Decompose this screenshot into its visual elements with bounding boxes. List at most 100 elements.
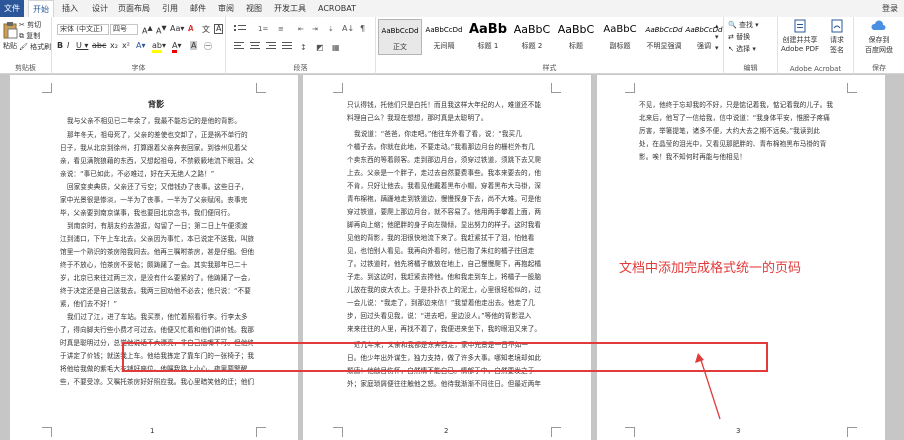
clear-format-icon[interactable]: A̷: [188, 24, 193, 33]
select-button[interactable]: ↖ 选择 ▾: [728, 44, 756, 54]
style-heading-2[interactable]: AaBbC 标题 2: [510, 19, 554, 55]
style-normal[interactable]: AaBbCcDd 正文: [378, 19, 422, 55]
tab-design[interactable]: 设计: [88, 0, 112, 17]
enclose-char-icon[interactable]: ㊀: [204, 41, 212, 52]
style-title[interactable]: AaBbC 标题: [554, 19, 598, 55]
scissors-icon: ✂: [19, 21, 25, 29]
text-line: 处，在晶莹的泪光中，又看见那肥胖的、青布棉袍黑布马褂的背: [639, 140, 827, 148]
style-subtle-emphasis[interactable]: AaBbCcDd 不明显强调: [642, 19, 686, 55]
replace-button[interactable]: ⇄ 替换: [728, 32, 750, 42]
tab-home[interactable]: 开始: [28, 0, 54, 17]
char-shading-icon[interactable]: A: [190, 41, 198, 50]
text-line: 穿过铁道，要爬上那边月台，就不容易了。他用两手攀着上面，两: [347, 208, 542, 216]
tab-references[interactable]: 引用: [158, 0, 182, 17]
save-label-2: 百度网盘: [865, 46, 893, 54]
pinyin-icon[interactable]: 文: [202, 24, 210, 35]
find-button[interactable]: 🔍 查找 ▾: [728, 20, 759, 30]
paragraph-group-label: 段落: [293, 64, 308, 72]
save-group: 保存到 百度网盘 保存: [854, 17, 904, 74]
margin-corner: [551, 427, 561, 437]
text-line: 那年冬天，祖母死了，父亲的差使也交卸了，正是祸不单行的: [67, 131, 248, 139]
tab-file[interactable]: 文件: [0, 0, 24, 17]
margin-corner: [256, 83, 266, 93]
text-line: 见，也怕别人看见。我再向外看时，他已抱了朱红的橘子往回走: [347, 247, 535, 255]
replace-label: 替换: [736, 33, 751, 41]
subscript-button[interactable]: x₂: [110, 41, 118, 50]
tab-insert[interactable]: 插入: [58, 0, 82, 17]
page-1[interactable]: 背影 我与父亲不相见已二年余了，我最不能忘记的是他的背影。 那年冬天，祖母死了，…: [10, 75, 298, 440]
margin-corner: [625, 427, 635, 437]
text-line: 厉害，举箸提笔，诸多不便，大约大去之期不远矣。”我读到此: [639, 127, 820, 135]
text-line: 儿放在我的皮大衣上。于是扑扑衣上的泥土，心里很轻松似的，过: [347, 286, 542, 294]
tab-page-layout[interactable]: 页面布局: [114, 0, 154, 17]
style-name: 标题 1: [477, 42, 499, 50]
request-label: 请求: [830, 36, 844, 44]
replace-icon: ⇄: [728, 33, 734, 41]
tab-review[interactable]: 审阅: [214, 0, 238, 17]
style-subtitle[interactable]: AaBbC 副标题: [598, 19, 642, 55]
style-heading-1[interactable]: AaBb 标题 1: [466, 19, 510, 55]
format-painter-label: 格式刷: [30, 43, 52, 51]
tab-acrobat[interactable]: ACROBAT: [314, 0, 360, 17]
superscript-button[interactable]: x²: [122, 41, 130, 50]
tab-view[interactable]: 视图: [242, 0, 266, 17]
request-signature-button[interactable]: 请求 签名: [824, 19, 850, 55]
border-char-icon[interactable]: A: [214, 24, 224, 34]
tab-developer[interactable]: 开发工具: [270, 0, 310, 17]
margin-corner: [42, 83, 52, 93]
pdf-icon: [794, 19, 806, 33]
text-line: 了，得向脚夫行些小费才可过去。他便又忙着和他们讲价钱。我那: [60, 326, 255, 334]
copy-button[interactable]: ⧉ 复制: [19, 31, 40, 41]
style-no-spacing[interactable]: AaBbCcDd 无间隔: [422, 19, 466, 55]
cut-button[interactable]: ✂ 剪切: [19, 20, 41, 30]
acrobat-group-label: Adobe Acrobat: [789, 65, 842, 73]
text-line: 影。唉！我不知何时再能与他相见！: [639, 153, 747, 161]
svg-text:◩: ◩: [316, 43, 324, 52]
font-name-value: 宋体 (中文正): [60, 25, 103, 33]
request-label-2: 签名: [830, 46, 844, 54]
text-line: 只认得钱，托他们只是白托！而且我这样大年纪的人，难道还不能: [347, 101, 542, 109]
style-preview: AaBb: [468, 22, 508, 37]
text-effects-icon[interactable]: A▾: [136, 41, 146, 50]
paste-button[interactable]: 粘贴: [2, 21, 18, 51]
text-line: 岁，北京已来往过两三次，是没有什么要紧的了。他踌躇了一会，: [60, 274, 255, 282]
underline-button[interactable]: U ▾: [76, 41, 88, 50]
tab-mailings[interactable]: 邮件: [186, 0, 210, 17]
grow-font-button[interactable]: A▲: [142, 24, 153, 36]
margin-corner: [333, 83, 343, 93]
doc-title: 背影: [148, 100, 165, 109]
text-line: 紧，他们去不好！”: [60, 300, 118, 308]
paragraph-group: 1= ≡ ⇤ ⇥ ⇣ A↓ ¶ ↕ ◩ ▦ 段落: [226, 17, 376, 74]
text-line: 回家变卖典质，父亲还了亏空；又借钱办了丧事。这些日子，: [67, 183, 248, 191]
styles-scroll-icon[interactable]: ▴ ▾ ▾: [715, 21, 719, 54]
save-to-baidu-button[interactable]: 保存到 百度网盘: [858, 19, 900, 55]
login-link[interactable]: 登录: [882, 0, 898, 17]
save-label-1: 保存到: [868, 36, 890, 44]
font-size-select[interactable]: 四号: [110, 24, 138, 35]
font-color-icon[interactable]: A▾: [172, 41, 182, 53]
copy-label: 复制: [26, 32, 41, 40]
text-line: 个橘子去。你就在此地，不要走动。”我看那边月台的栅栏外有几: [347, 143, 535, 151]
font-size-value: 四号: [113, 25, 127, 33]
paragraph-tools-icon[interactable]: 1= ≡ ⇤ ⇥ ⇣ A↓ ¶ ↕ ◩ ▦: [232, 22, 372, 56]
change-case-button[interactable]: Aa▾: [170, 24, 184, 33]
styles-group-label: 样式: [542, 64, 557, 72]
brush-icon: 🖌: [19, 43, 28, 51]
page-number: 1: [150, 427, 155, 435]
create-pdf-button[interactable]: 创建并共享 Adobe PDF: [780, 19, 820, 53]
strikethrough-button[interactable]: abc: [92, 41, 106, 50]
text-line: 亲说：“事已如此，不必难过，好在天无绝人之路！”: [60, 170, 215, 178]
margin-corner: [847, 83, 857, 93]
format-painter-button[interactable]: 🖌 格式刷: [19, 42, 51, 52]
find-label: 查找: [738, 21, 753, 29]
text-line: 见他的背影，我的泪很快地流下来了。我赶紧拭干了泪，怕他看: [347, 234, 535, 242]
shrink-font-button[interactable]: A▼: [156, 24, 167, 36]
style-emphasis[interactable]: AaBbCcDd 强调: [682, 19, 726, 55]
svg-text:¶: ¶: [360, 24, 365, 33]
font-name-select[interactable]: 宋体 (中文正): [57, 24, 109, 35]
font-group-label: 字体: [131, 64, 146, 72]
page-2[interactable]: 只认得钱，托他们只是白托！而且我这样大年纪的人，难道还不能 料理自己么？我现在想…: [303, 75, 591, 440]
italic-button[interactable]: I: [67, 41, 69, 50]
bold-button[interactable]: B: [57, 41, 63, 50]
highlight-icon[interactable]: ab▾: [152, 41, 166, 53]
